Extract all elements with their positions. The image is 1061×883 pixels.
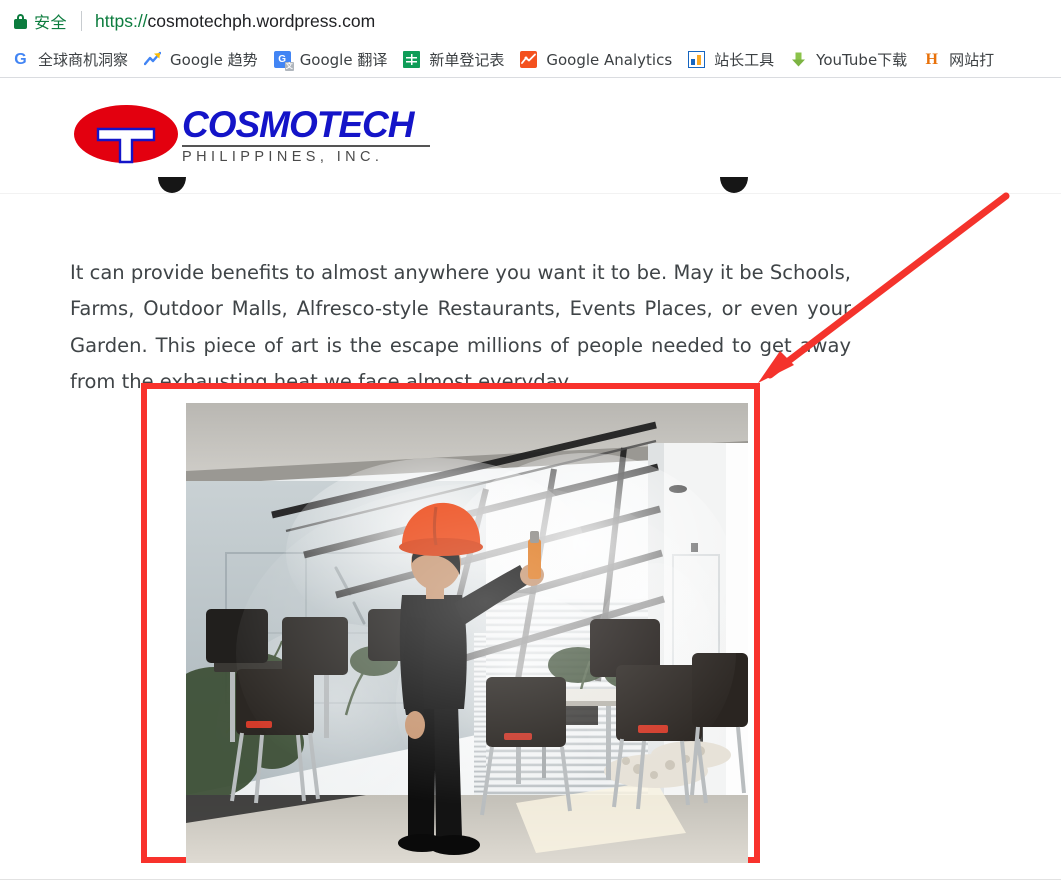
h-letter-icon: H [925, 51, 938, 68]
bookmark-label: 网站打 [949, 51, 995, 69]
cosmotech-wordmark: COSMOTECH PHILIPPINES, INC. [182, 105, 430, 165]
article-paragraph: It can provide benefits to almost anywhe… [70, 260, 851, 394]
misting-system-photo [186, 403, 748, 863]
logo-tagline-text: PHILIPPINES, INC. [182, 149, 384, 165]
bookmark-google-analytics[interactable]: Google Analytics [520, 51, 672, 69]
clipped-heading-glyph-right [720, 177, 748, 193]
bookmark-google-translate[interactable]: G文 Google 翻译 [273, 49, 388, 71]
url-scheme: https:// [95, 10, 148, 31]
bookmark-market-finder[interactable]: G 全球商机洞察 [12, 49, 128, 70]
logo-divider [182, 145, 430, 147]
google-g-icon: G [14, 51, 27, 68]
address-bar-divider [81, 11, 83, 31]
bookmark-label: Google Analytics [546, 50, 673, 69]
bookmark-website-speed[interactable]: H 网站打 [923, 49, 994, 70]
bookmark-label: Google 翻译 [299, 51, 388, 69]
figure-photo [186, 403, 748, 863]
bookmark-label: YouTube下载 [816, 51, 908, 69]
clipped-heading-glyph-left [158, 177, 186, 193]
bookmark-google-trends[interactable]: Google 趋势 [144, 49, 258, 70]
bookmark-label: 新单登记表 [429, 51, 505, 69]
annotation-highlight-box [141, 383, 760, 863]
bookmark-order-sheet[interactable]: 新单登记表 [403, 49, 504, 70]
google-analytics-icon [520, 51, 538, 68]
browser-chrome: 安全 https://cosmotechph.wordpress.com G 全… [0, 0, 1061, 78]
logo-brand-text: COSMOTECH [182, 104, 415, 145]
bookmark-label: 全球商机洞察 [38, 51, 129, 69]
google-sheets-icon [403, 51, 421, 68]
bookmark-label: 站长工具 [714, 51, 775, 69]
bookmark-youtube-download[interactable]: YouTube下载 [790, 49, 907, 70]
download-arrow-icon [790, 51, 807, 68]
site-logo[interactable]: COSMOTECH PHILIPPINES, INC. [72, 101, 432, 173]
bookmark-webmaster-tools[interactable]: 站长工具 [688, 49, 774, 70]
bookmarks-bar: G 全球商机洞察 Google 趋势 G文 Google 翻译 新单登记表 Go… [0, 42, 1061, 78]
cosmotech-logo-mark [74, 105, 178, 164]
trending-up-icon [144, 51, 162, 68]
page-bottom-divider [0, 879, 1061, 880]
lock-icon[interactable] [14, 13, 27, 29]
security-status-label: 安全 [34, 13, 68, 32]
url-host: cosmotechph.wordpress.com [147, 10, 376, 31]
bookmark-label: Google 趋势 [170, 51, 258, 69]
web-page-content: COSMOTECH PHILIPPINES, INC. It can provi… [0, 79, 1061, 883]
address-bar[interactable]: 安全 https://cosmotechph.wordpress.com [0, 0, 1061, 42]
google-translate-icon: G文 [273, 51, 294, 71]
webmaster-tools-icon [688, 51, 706, 68]
url-text[interactable]: https://cosmotechph.wordpress.com [95, 11, 375, 32]
header-divider [0, 193, 1061, 194]
